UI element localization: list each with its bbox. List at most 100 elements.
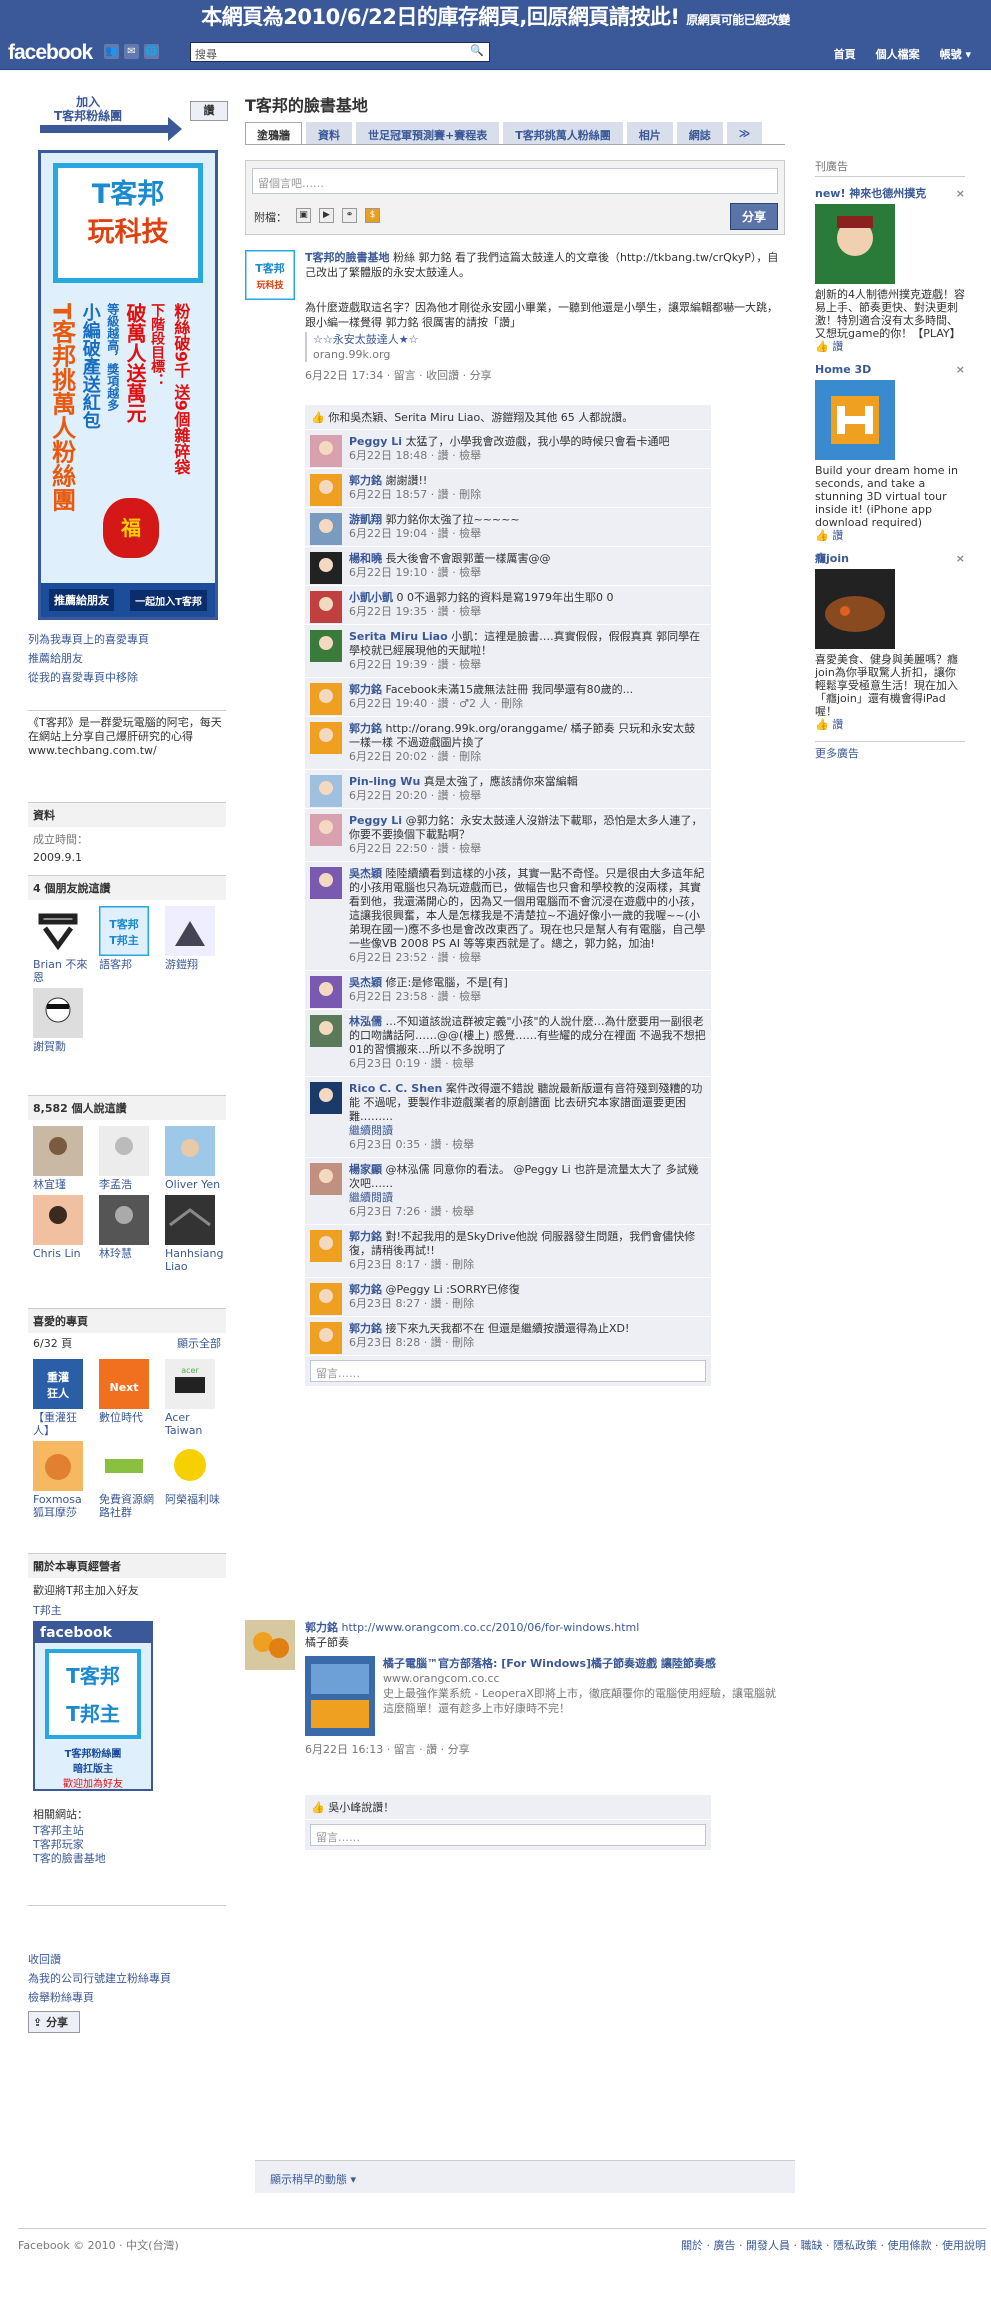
create-page-link[interactable]: 為我的公司行號建立粉絲專頁: [28, 1969, 228, 1988]
favorite-item[interactable]: Next 數位時代: [99, 1359, 157, 1437]
commenter-name[interactable]: 郭力銘: [349, 474, 382, 487]
link-thumbnail[interactable]: [305, 1656, 375, 1736]
commenter-avatar[interactable]: [310, 1015, 342, 1047]
commenter-name[interactable]: 游凱翔: [349, 513, 382, 526]
friend-name[interactable]: Brian 不來恩: [33, 958, 87, 984]
comment-meta[interactable]: 6月23日 0:35 · 讚 · 檢舉: [349, 1138, 706, 1152]
favorite-item[interactable]: Foxmosa 狐耳摩莎: [33, 1441, 91, 1519]
friend-name[interactable]: 謝賀勳: [33, 1040, 66, 1053]
likes-text[interactable]: 吳小峰說讚！: [328, 1801, 394, 1814]
tab-worldcup[interactable]: 世足冠軍預測賽+賽程表: [356, 122, 500, 145]
person-name[interactable]: 林玲慧: [99, 1247, 132, 1260]
commenter-name[interactable]: 吳杰穎: [349, 867, 382, 880]
post-meta[interactable]: 6月22日 16:13 · 留言 · 讚 · 分享: [305, 1742, 785, 1757]
post-link[interactable]: http://www.orangcom.co.cc/2010/06/for-wi…: [342, 1621, 640, 1634]
footer-links[interactable]: 關於 · 廣告 · 開發人員 · 職缺 · 隱私政策 · 使用條款 · 使用說明: [681, 2237, 986, 2253]
favorite-item[interactable]: acer Acer Taiwan: [165, 1359, 223, 1437]
related-link[interactable]: T客邦玩家: [33, 1838, 221, 1852]
admin-card[interactable]: facebook T客邦 T邦主 T客邦粉絲團 暗扛版主 歡迎加為好友: [33, 1621, 153, 1791]
comment-meta[interactable]: 6月23日 0:19 · 讚 · 檢舉: [349, 1057, 706, 1071]
ad-like[interactable]: 👍 讚: [815, 340, 965, 353]
commenter-avatar[interactable]: [310, 474, 342, 506]
like-button[interactable]: 讚: [190, 101, 228, 121]
ad-title[interactable]: new! 神來也德州撲克: [815, 187, 926, 200]
commenter-name[interactable]: 郭力銘: [349, 1230, 382, 1243]
ad-title[interactable]: 癮join: [815, 552, 849, 565]
ad-item[interactable]: new! 神來也德州撲克 × 創新的4人制德州撲克遊戲！容易上手、節奏更快、對決更…: [815, 187, 965, 353]
ad-title[interactable]: Home 3D: [815, 363, 871, 376]
commenter-name[interactable]: Peggy Li: [349, 435, 402, 448]
commenter-name[interactable]: Peggy Li: [349, 814, 402, 827]
person-name[interactable]: Oliver Yen: [165, 1178, 220, 1191]
archive-main-text[interactable]: 本網頁為2010/6/22日的庫存網頁,回原網頁請按此!: [201, 5, 680, 29]
commenter-name[interactable]: 郭力銘: [349, 683, 382, 696]
show-all-link[interactable]: 顯示全部: [177, 1335, 221, 1351]
commenter-avatar[interactable]: [310, 591, 342, 623]
post-author[interactable]: T客邦的臉書基地: [305, 251, 390, 264]
join-button[interactable]: 一起加入T客邦: [130, 589, 207, 611]
read-more-link[interactable]: 繼續閱讀: [349, 1124, 706, 1138]
comment-meta[interactable]: 6月22日 23:58 · 讚 · 檢舉: [349, 990, 706, 1004]
comment-meta[interactable]: 6月22日 23:52 · 讚 · 檢舉: [349, 951, 706, 965]
person-name[interactable]: Hanhsiang Liao: [165, 1247, 223, 1273]
commenter-name[interactable]: 郭力銘: [349, 722, 382, 735]
favorite-name[interactable]: 【重灌狂人】: [33, 1411, 77, 1437]
commenter-name[interactable]: 楊家顯: [349, 1163, 382, 1176]
comment-meta[interactable]: 6月22日 19:35 · 讚 · 檢舉: [349, 605, 706, 619]
facebook-logo[interactable]: facebook: [8, 41, 93, 65]
comment-input[interactable]: 留言……: [310, 1824, 706, 1846]
ad-image[interactable]: [815, 380, 895, 460]
copyright[interactable]: Facebook © 2010 · 中文(台灣): [18, 2239, 179, 2252]
attach-photo-icon[interactable]: ▣: [296, 208, 311, 223]
close-icon[interactable]: ×: [956, 363, 965, 376]
comment-meta[interactable]: 6月22日 19:10 · 讚 · 檢舉: [349, 566, 706, 580]
tab-photos[interactable]: 相片: [626, 122, 673, 145]
commenter-name[interactable]: 林泓儒: [349, 1015, 382, 1028]
friend-item[interactable]: 游鎧翔: [165, 906, 223, 984]
commenter-name[interactable]: Pin-ling Wu: [349, 775, 420, 788]
favorite-name[interactable]: 阿榮福利味: [165, 1493, 220, 1506]
commenter-name[interactable]: 郭力銘: [349, 1283, 382, 1296]
friend-name[interactable]: 語客邦: [99, 958, 132, 971]
search-input[interactable]: 搜尋: [190, 42, 490, 62]
commenter-avatar[interactable]: [310, 1322, 342, 1354]
commenter-avatar[interactable]: [310, 775, 342, 807]
favorite-item[interactable]: 重灌 狂人 【重灌狂人】: [33, 1359, 91, 1437]
more-ads-link[interactable]: 更多廣告: [815, 741, 965, 761]
favorite-name[interactable]: Foxmosa 狐耳摩莎: [33, 1493, 82, 1519]
commenter-name[interactable]: 吳杰穎: [349, 976, 382, 989]
share-page-button[interactable]: ⇪ 分享: [28, 2011, 80, 2033]
comment-meta[interactable]: 6月22日 20:02 · 讚 · 刪除: [349, 750, 706, 764]
commenter-name[interactable]: Rico C. C. Shen: [349, 1082, 442, 1095]
related-link[interactable]: T客的臉書基地: [33, 1852, 221, 1866]
commenter-avatar[interactable]: [310, 722, 342, 754]
add-favorite-link[interactable]: 列為我專頁上的喜愛專頁: [28, 630, 228, 649]
commenter-avatar[interactable]: [310, 1230, 342, 1262]
nav-home[interactable]: 首頁: [824, 44, 866, 64]
ad-item[interactable]: Home 3D × Build your dream home in second…: [815, 363, 965, 542]
read-more-link[interactable]: 繼續閱讀: [349, 1191, 706, 1205]
commenter-name[interactable]: 楊和曉: [349, 552, 382, 565]
post-author[interactable]: 郭力銘: [305, 1621, 338, 1634]
commenter-avatar[interactable]: [310, 683, 342, 715]
person-name[interactable]: 李孟浩: [99, 1178, 132, 1191]
ad-image[interactable]: [815, 569, 895, 649]
comment-meta[interactable]: 6月22日 19:40 · 讚 · ♂2 人 · 刪除: [349, 697, 706, 711]
comment-meta[interactable]: 6月22日 22:50 · 讚 · 檢舉: [349, 842, 706, 856]
person-item[interactable]: 李孟浩: [99, 1126, 157, 1191]
commenter-name[interactable]: 郭力銘: [349, 1322, 382, 1335]
person-name[interactable]: 林宜瑾: [33, 1178, 66, 1191]
commenter-avatar[interactable]: [310, 867, 342, 899]
link-title[interactable]: 橘子電腦™官方部落格: [For Windows]橘子節奏遊戲 讓陸節奏感: [383, 1656, 785, 1671]
related-link[interactable]: T客邦主站: [33, 1824, 221, 1838]
friend-item[interactable]: 謝賀勳: [33, 988, 91, 1053]
comment-meta[interactable]: 6月22日 19:04 · 讚 · 檢舉: [349, 527, 706, 541]
recommend-button[interactable]: 推薦給朋友: [49, 589, 115, 611]
tab-info[interactable]: 資料: [306, 122, 352, 145]
attach-video-icon[interactable]: ▶: [319, 208, 334, 223]
friend-item[interactable]: Brian 不來恩: [33, 906, 91, 984]
author-avatar[interactable]: [245, 1620, 295, 1670]
friend-requests-icon[interactable]: 👥: [104, 44, 119, 59]
attach-link-icon[interactable]: ⚭: [342, 208, 357, 223]
favorite-name[interactable]: 免費資源網路社群: [99, 1493, 154, 1519]
